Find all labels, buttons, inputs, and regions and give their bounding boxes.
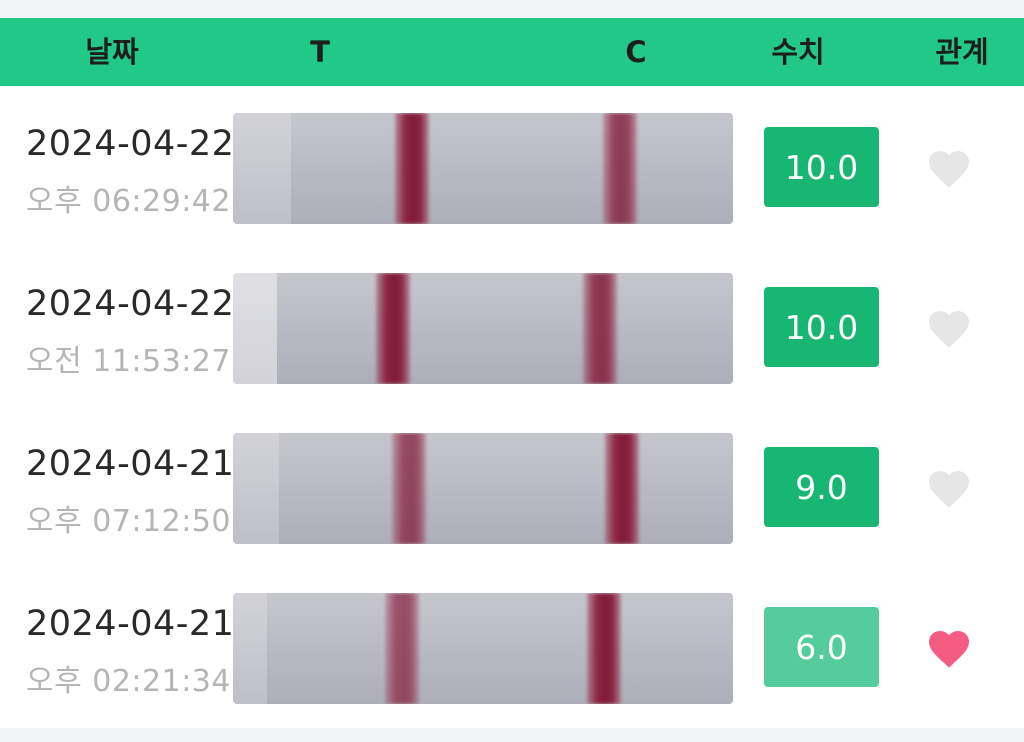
relation-column-header: 관계 [935, 35, 989, 69]
t-line [392, 433, 426, 544]
c-column-header: C [625, 35, 647, 69]
list-bottom-gap [0, 728, 1024, 742]
t-line [385, 593, 419, 704]
c-line [587, 593, 621, 704]
record-date: 2024-04-22 [26, 124, 235, 164]
c-line [605, 433, 639, 544]
value-badge[interactable]: 10.0 [764, 287, 879, 367]
t-line [376, 273, 410, 384]
heart-icon[interactable] [925, 465, 973, 509]
t-column-header: T [310, 35, 330, 69]
record-time: 오후 07:12:50 [26, 504, 231, 539]
test-strip-image[interactable] [233, 433, 733, 544]
value-badge[interactable]: 9.0 [764, 447, 879, 527]
heart-icon[interactable] [925, 305, 973, 349]
record-row[interactable]: 2024-04-21 오후 02:21:34 6.0 [0, 566, 1024, 726]
test-strip-image[interactable] [233, 593, 733, 704]
record-date: 2024-04-21 [26, 444, 235, 484]
test-strip-image[interactable] [233, 273, 733, 384]
c-line [603, 113, 637, 224]
heart-icon[interactable] [925, 625, 973, 669]
value-badge[interactable]: 6.0 [764, 607, 879, 687]
record-row[interactable]: 2024-04-22 오전 11:53:27 10.0 [0, 246, 1024, 406]
record-date: 2024-04-22 [26, 284, 235, 324]
table-header: 날짜 T C 수치 관계 [0, 18, 1024, 86]
value-badge[interactable]: 10.0 [764, 127, 879, 207]
heart-icon[interactable] [925, 145, 973, 189]
record-time: 오전 11:53:27 [26, 344, 231, 379]
record-time: 오후 02:21:34 [26, 664, 231, 699]
test-strip-image[interactable] [233, 113, 733, 224]
record-row[interactable]: 2024-04-22 오후 06:29:42 10.0 [0, 86, 1024, 246]
date-column-header: 날짜 [85, 35, 139, 69]
record-list: 2024-04-22 오후 06:29:42 10.0 2024-04-22 오… [0, 86, 1024, 728]
c-line [583, 273, 617, 384]
record-date: 2024-04-21 [26, 604, 235, 644]
record-row[interactable]: 2024-04-21 오후 07:12:50 9.0 [0, 406, 1024, 566]
value-column-header: 수치 [771, 35, 825, 69]
record-time: 오후 06:29:42 [26, 184, 231, 219]
t-line [395, 113, 429, 224]
